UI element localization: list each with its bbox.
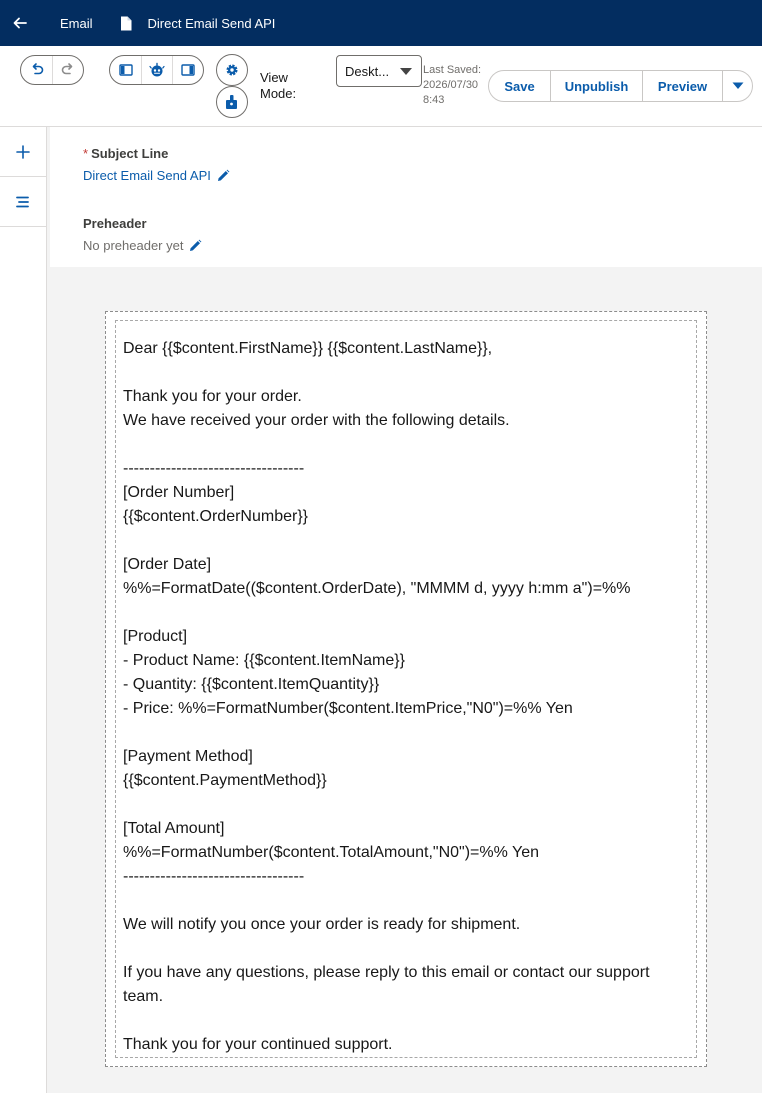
- action-button-group: Save Unpublish Preview: [488, 70, 753, 102]
- arrow-left-icon: [13, 17, 27, 29]
- email-body-line: ----------------------------------: [123, 868, 305, 885]
- last-saved-label: Last Saved:: [423, 64, 482, 76]
- redo-button[interactable]: [52, 56, 83, 84]
- email-header-fields: * Subject Line Direct Email Send API Preh…: [50, 127, 762, 267]
- subject-line-field[interactable]: Direct Email Send API: [83, 168, 230, 183]
- outline-list-icon: [16, 196, 29, 207]
- email-text-block[interactable]: Dear {{$content.FirstName}} {{$content.L…: [115, 320, 697, 1058]
- required-mark: *: [83, 146, 89, 161]
- email-body-line: [123, 1009, 689, 1033]
- email-body-line: ----------------------------------: [123, 460, 305, 477]
- email-body-line: %%=FormatDate(($content.OrderDate), "MMM…: [123, 580, 631, 597]
- email-body-line: - Quantity: {{$content.ItemQuantity}}: [123, 676, 380, 693]
- email-content-block[interactable]: Dear {{$content.FirstName}} {{$content.L…: [105, 311, 707, 1067]
- email-body-line: Dear {{$content.FirstName}} {{$content.L…: [123, 340, 493, 357]
- pencil-icon[interactable]: [216, 169, 230, 183]
- einstein-bot-icon: [149, 62, 165, 77]
- left-rail: [0, 127, 47, 1093]
- top-nav-bar: Email Direct Email Send API: [0, 0, 762, 46]
- undo-redo-group: [20, 55, 84, 85]
- einstein-button[interactable]: [141, 56, 172, 84]
- email-body-line: - Product Name: {{$content.ItemName}}: [123, 652, 405, 669]
- chevron-down-icon: [400, 68, 412, 75]
- email-body-line: [123, 793, 689, 817]
- panel-toggle-group: [109, 55, 204, 85]
- subject-line-value: Direct Email Send API: [83, 168, 211, 183]
- gear-icon: [226, 64, 238, 76]
- email-body-line: {{$content.PaymentMethod}}: [123, 772, 327, 789]
- right-panel-button[interactable]: [172, 56, 203, 84]
- tab-document[interactable]: Direct Email Send API: [114, 0, 276, 46]
- email-body-line: [Payment Method]: [123, 748, 253, 765]
- last-saved-time: 8:43: [423, 94, 445, 106]
- document-icon: [120, 15, 134, 31]
- email-body-line: [Order Number]: [123, 484, 235, 501]
- email-body-line: [123, 601, 689, 625]
- email-body-line: {{$content.OrderNumber}}: [123, 508, 309, 525]
- subject-line-label: * Subject Line: [83, 146, 168, 161]
- subject-line-label-text: Subject Line: [91, 146, 169, 161]
- undo-button[interactable]: [21, 56, 52, 84]
- last-saved-info: Last Saved: 2026/07/30 8:43: [423, 63, 493, 108]
- save-button[interactable]: Save: [489, 71, 550, 101]
- left-panel-icon: [118, 64, 133, 76]
- email-body-line: Thank you for your continued support.: [123, 1036, 393, 1053]
- document-title: Direct Email Send API: [147, 15, 276, 31]
- email-body-line: Thank you for your order.: [123, 388, 302, 405]
- email-canvas: Dear {{$content.FirstName}} {{$content.L…: [47, 267, 762, 1093]
- email-body-line: [123, 889, 689, 913]
- email-body-line: team.: [123, 988, 164, 1005]
- email-body-line: [123, 721, 689, 745]
- unpublish-button[interactable]: Unpublish: [550, 71, 642, 101]
- personalize-icon: [226, 95, 237, 109]
- preheader-label: Preheader: [83, 216, 147, 231]
- email-body-line: [Order Date]: [123, 556, 212, 573]
- email-body-line: We will notify you once your order is re…: [123, 916, 521, 933]
- outline-button[interactable]: [0, 177, 46, 227]
- more-actions-button[interactable]: [722, 71, 752, 101]
- view-mode-label: View Mode:: [260, 70, 297, 101]
- email-body-line: [123, 433, 689, 457]
- email-body-line: [123, 937, 689, 961]
- last-saved-date: 2026/07/30: [423, 79, 479, 91]
- tab-email[interactable]: Email: [40, 0, 114, 46]
- email-body-line: We have received your order with the fol…: [123, 412, 510, 429]
- add-content-button[interactable]: [0, 127, 46, 177]
- email-body-line: [Total Amount]: [123, 820, 225, 837]
- email-body-line: [Product]: [123, 628, 188, 645]
- preheader-field[interactable]: No preheader yet: [83, 238, 202, 253]
- left-panel-button[interactable]: [110, 56, 141, 84]
- view-mode-value: Deskt...: [345, 63, 390, 79]
- chevron-down-icon: [732, 82, 743, 89]
- personalize-button[interactable]: [216, 86, 248, 118]
- back-button[interactable]: [0, 0, 40, 46]
- preview-button[interactable]: Preview: [642, 71, 722, 101]
- toolbar: View Mode: Deskt... Last Saved: 2026/07/…: [0, 46, 762, 127]
- email-body-line: %%=FormatNumber($content.TotalAmount,"N0…: [123, 844, 540, 861]
- plus-icon: [16, 144, 30, 159]
- preheader-value: No preheader yet: [83, 238, 184, 253]
- view-mode-select[interactable]: Deskt...: [336, 55, 422, 87]
- pencil-icon[interactable]: [188, 239, 202, 253]
- settings-button[interactable]: [216, 54, 248, 86]
- right-panel-icon: [181, 64, 195, 76]
- redo-icon: [61, 63, 73, 75]
- email-body-line: If you have any questions, please reply …: [123, 964, 650, 981]
- email-body-line: [123, 361, 689, 385]
- email-body-line: - Price: %%=FormatNumber($content.ItemPr…: [123, 700, 573, 717]
- undo-icon: [32, 63, 43, 75]
- email-body-line: [123, 529, 689, 553]
